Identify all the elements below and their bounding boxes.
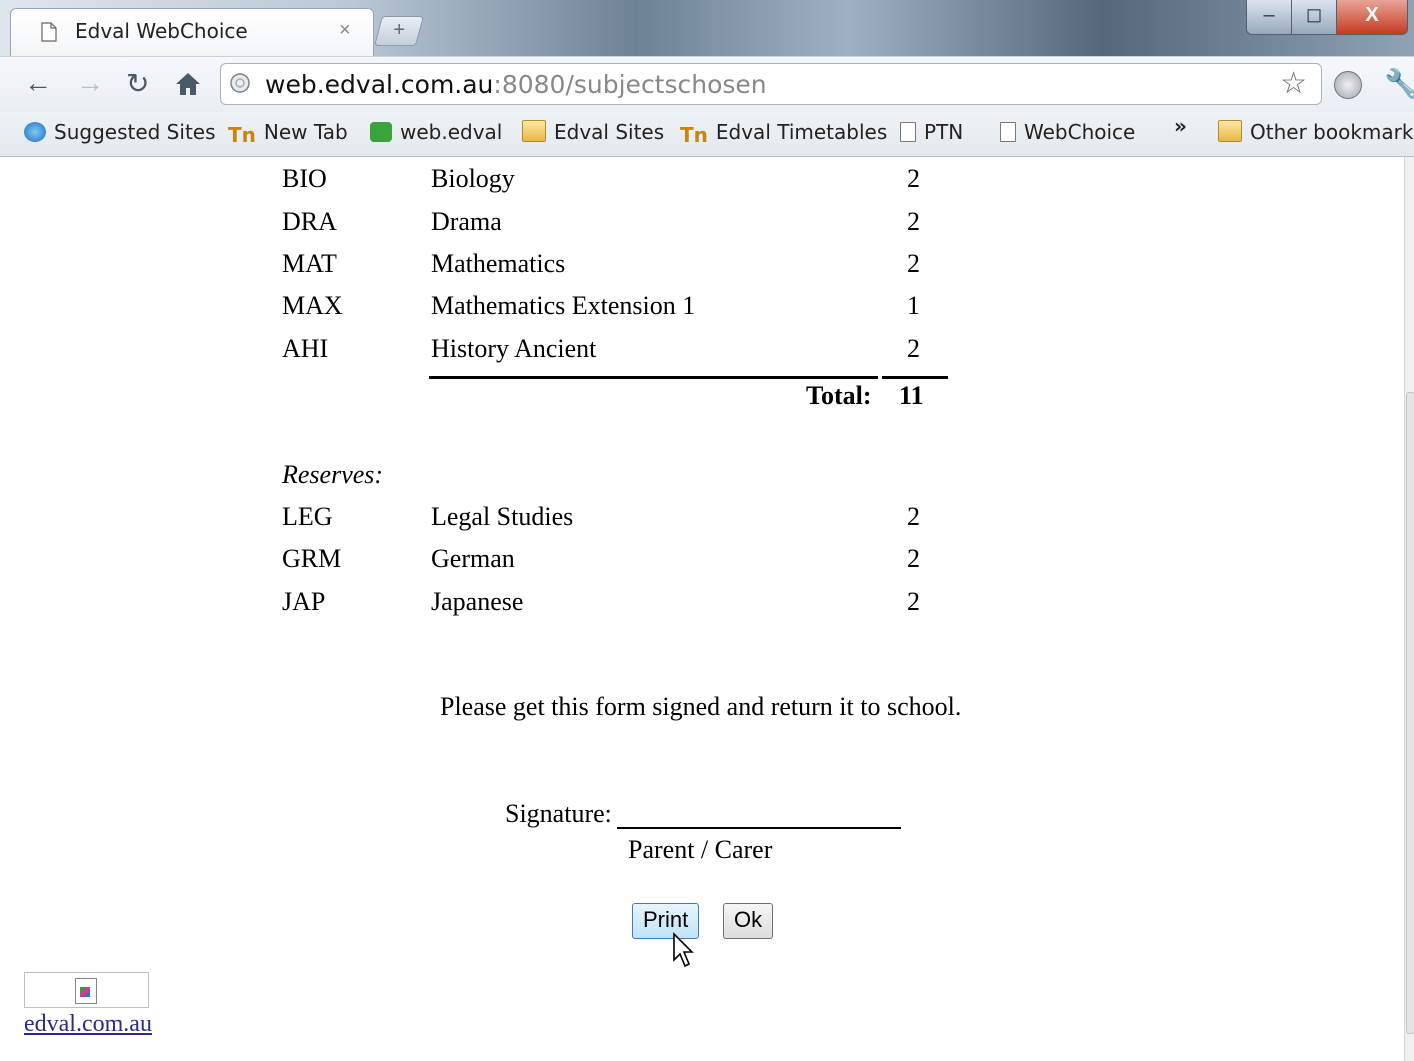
signature-label: Signature:	[505, 799, 612, 828]
subject-units: 2	[907, 249, 920, 278]
browser-tab[interactable]: Edval WebChoice ×	[10, 8, 374, 57]
browser-toolbar: ← → ↻ web.edval.com.au:8080/subjectschos…	[0, 56, 1414, 113]
page-icon	[1000, 122, 1016, 142]
subject-name: Biology	[431, 164, 515, 193]
total-label: Total:	[806, 381, 872, 410]
wrench-icon[interactable]: 🔧	[1384, 67, 1414, 100]
bookmark-edval-timetables[interactable]: Tn Edval Timetables	[680, 120, 887, 147]
subject-units: 2	[907, 164, 920, 193]
bookmark-label: Other bookmarks	[1250, 120, 1414, 144]
folder-icon	[522, 120, 546, 142]
tn-icon: Tn	[228, 123, 256, 147]
reserves-heading: Reserves:	[282, 460, 384, 489]
signature-line	[617, 827, 901, 829]
url-path: :8080/subjectschosen	[493, 70, 767, 99]
subject-units: 2	[907, 587, 920, 616]
subject-units: 2	[907, 502, 920, 531]
bookmark-label: Edval Sites	[554, 120, 665, 144]
mouse-cursor-icon	[673, 932, 694, 968]
url-text[interactable]: web.edval.com.au:8080/subjectschosen	[265, 70, 767, 99]
tn-icon: Tn	[680, 123, 708, 147]
total-divider	[882, 376, 948, 379]
subject-code: MAT	[282, 249, 337, 278]
ok-button[interactable]: Ok	[723, 903, 774, 939]
globe-icon	[230, 73, 250, 93]
scrollbar-thumb[interactable]	[1406, 392, 1414, 1034]
bookmark-label: PTN	[924, 120, 964, 144]
tab-title: Edval WebChoice	[75, 19, 248, 43]
close-window-button[interactable]: X	[1336, 0, 1408, 35]
bookmark-new-tab[interactable]: Tn New Tab	[228, 120, 348, 147]
subject-name: German	[431, 544, 515, 573]
total-divider	[429, 376, 878, 379]
window-titlebar: Edval WebChoice × + – ◻ X	[0, 0, 1414, 57]
subject-code: AHI	[282, 334, 329, 363]
subject-name: History Ancient	[431, 334, 597, 363]
subject-units: 1	[907, 291, 920, 320]
bookmark-webchoice[interactable]: WebChoice	[1000, 120, 1135, 144]
bookmark-label: Suggested Sites	[54, 120, 216, 144]
back-arrow-icon[interactable]: ←	[24, 67, 52, 99]
subject-code: GRM	[282, 544, 342, 573]
address-bar[interactable]: web.edval.com.au:8080/subjectschosen ☆	[220, 63, 1322, 105]
subject-code: JAP	[282, 587, 326, 616]
total-value: 11	[899, 381, 924, 410]
ie-icon	[24, 122, 46, 142]
signature-caption: Parent / Carer	[628, 835, 773, 864]
subject-code: BIO	[282, 164, 327, 193]
bookmark-edval-sites[interactable]: Edval Sites	[522, 120, 664, 144]
tab-close-icon[interactable]: ×	[339, 19, 351, 42]
bookmark-label: web.edval	[400, 120, 503, 144]
subject-code: LEG	[282, 502, 333, 531]
subject-units: 2	[907, 207, 920, 236]
maximize-button[interactable]: ◻	[1291, 0, 1337, 35]
subject-units: 2	[907, 334, 920, 363]
bookmark-label: WebChoice	[1024, 120, 1136, 144]
bookmarks-overflow-chevron-icon[interactable]: »	[1174, 114, 1187, 138]
folder-icon	[1218, 120, 1242, 142]
edval-site-link[interactable]: edval.com.au	[24, 1011, 152, 1038]
subject-name: Japanese	[431, 587, 524, 616]
edval-icon	[370, 122, 392, 142]
minimize-button[interactable]: –	[1246, 0, 1292, 35]
bookmark-label: Edval Timetables	[715, 120, 888, 144]
new-tab-button[interactable]: +	[373, 16, 425, 46]
subject-units: 2	[907, 544, 920, 573]
subject-name: Legal Studies	[431, 502, 574, 531]
extension-icon[interactable]	[1334, 71, 1362, 99]
subject-name: Drama	[431, 207, 502, 236]
broken-image-icon	[75, 978, 97, 1004]
page-icon	[41, 22, 57, 42]
subject-name: Mathematics	[431, 249, 566, 278]
plus-icon: +	[393, 19, 406, 41]
page-icon	[900, 122, 916, 142]
reload-icon[interactable]: ↻	[126, 67, 149, 100]
subject-code: MAX	[282, 291, 343, 320]
return-notice: Please get this form signed and return i…	[440, 692, 962, 721]
forward-arrow-icon[interactable]: →	[76, 67, 104, 99]
home-icon[interactable]	[174, 71, 202, 97]
bookmark-web-edval[interactable]: web.edval	[370, 120, 502, 144]
url-host: web.edval.com.au	[265, 70, 494, 99]
bookmarks-bar: Suggested Sites Tn New Tab web.edval Edva…	[0, 112, 1414, 157]
subject-code: DRA	[282, 207, 337, 236]
bookmark-suggested-sites[interactable]: Suggested Sites	[24, 120, 216, 144]
bookmark-label: New Tab	[263, 120, 348, 144]
bookmark-other-bookmarks[interactable]: Other bookmarks	[1218, 120, 1414, 144]
broken-image-logo	[24, 972, 149, 1008]
page-content: BIO Biology 2 DRA Drama 2 MAT Mathematic…	[0, 157, 1404, 1061]
bookmark-ptn[interactable]: PTN	[900, 120, 963, 144]
bookmark-star-icon[interactable]: ☆	[1280, 66, 1307, 101]
subject-name: Mathematics Extension 1	[431, 291, 696, 320]
